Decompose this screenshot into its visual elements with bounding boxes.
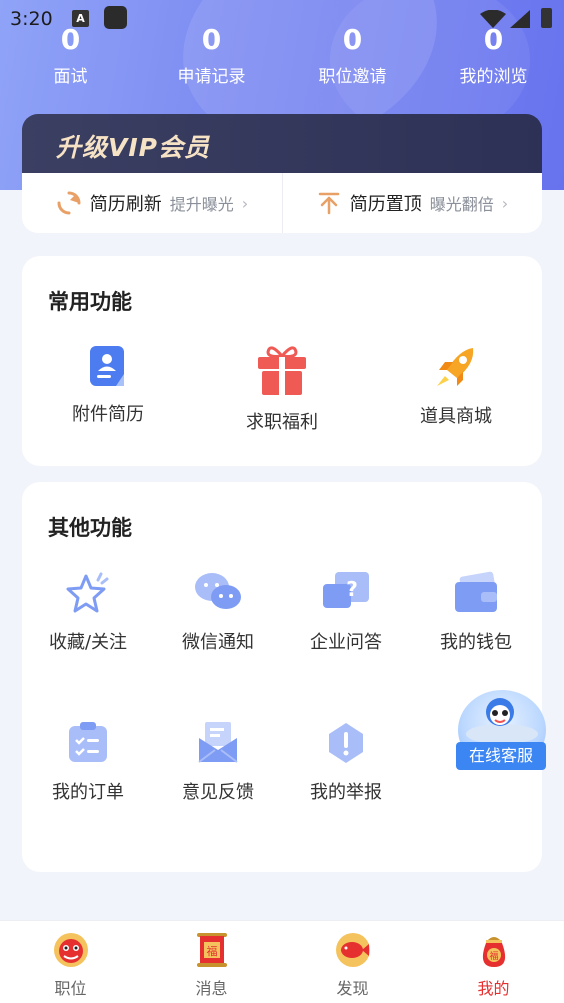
resume-pin-top-button[interactable]: 简历置顶 曝光翻倍 › [282,173,542,233]
stat-applications[interactable]: 0 申请记录 [141,22,282,92]
lucky-bag-icon: 福 [482,937,505,967]
item-label: 附件简历 [72,404,144,425]
svg-text:福: 福 [489,950,498,962]
item-label: 我的订单 [52,782,124,803]
nav-label: 我的 [477,979,510,998]
refresh-icon [57,191,81,215]
qa-icon: ? [323,572,369,608]
tab-jobs[interactable]: 职位 [0,921,141,1003]
attachment-resume-icon [90,346,124,386]
stat-count: 0 [60,23,81,56]
rocket-icon [437,348,474,386]
resume-refresh-button[interactable]: 简历刷新 提升曝光 › [22,173,282,233]
stat-label: 申请记录 [177,67,246,87]
mascot-icon [466,698,538,744]
tab-discover[interactable]: 发现 [282,921,423,1003]
other-functions-card: 其他功能 收藏/关注 微信通知 ? 企业问答 我的钱包 我的订单 意见反馈 我的… [22,482,542,872]
wechat-notify-button[interactable]: 微信通知 [158,570,278,654]
nav-label: 发现 [336,979,369,998]
wallet-icon [455,571,497,612]
bottom-nav: 职位 福 消息 发现 福 我的 [0,920,564,1003]
common-functions-card: 常用功能 附件简历 求职福利 道具商城 [22,256,542,466]
item-label: 意见反馈 [182,782,254,803]
stat-views[interactable]: 0 我的浏览 [423,22,564,92]
tab-messages[interactable]: 福 消息 [141,921,282,1003]
item-label: 微信通知 [182,632,254,653]
vip-banner[interactable]: 升级VIP会员 [22,114,542,174]
company-qa-button[interactable]: ? 企业问答 [286,570,406,654]
tab-mine[interactable]: 福 我的 [423,921,564,1003]
feedback-button[interactable]: 意见反馈 [158,720,278,804]
wallet-button[interactable]: 我的钱包 [416,570,536,654]
stat-invitations[interactable]: 0 职位邀请 [282,22,423,92]
koi-icon [335,933,370,967]
stat-interview[interactable]: 0 面试 [0,22,141,92]
item-label: 求职福利 [246,412,318,433]
stat-label: 我的浏览 [459,67,528,87]
action-title: 简历刷新 [89,194,162,215]
order-icon [69,722,107,762]
svg-text:福: 福 [206,944,217,958]
chevron-right-icon: › [241,193,249,213]
my-orders-button[interactable]: 我的订单 [28,720,148,804]
action-subtitle: 提升曝光 [169,195,234,214]
item-label: 道具商城 [420,406,492,427]
section-title: 常用功能 [48,290,132,314]
report-icon [329,723,363,763]
prop-mall-button[interactable]: 道具商城 [396,344,516,428]
nav-label: 职位 [54,979,87,998]
stats-row: 0 面试 0 申请记录 0 职位邀请 0 我的浏览 [0,22,564,92]
stat-count: 0 [483,23,504,56]
vip-title: 升级VIP会员 [56,133,210,162]
wechat-icon [195,573,241,609]
star-icon [66,572,109,613]
stat-label: 面试 [53,67,88,87]
fu-scroll-icon: 福 [196,933,227,967]
nav-label: 消息 [195,979,228,998]
attachment-resume-button[interactable]: 附件简历 [48,344,168,426]
stat-count: 0 [201,23,222,56]
favorites-follow-button[interactable]: 收藏/关注 [28,570,148,654]
action-title: 简历置顶 [349,194,422,215]
stat-label: 职位邀请 [318,67,387,87]
action-subtitle: 曝光翻倍 [429,195,494,214]
customer-service-label: 在线客服 [456,742,546,770]
section-title: 其他功能 [48,516,132,540]
chevron-right-icon: › [501,193,509,213]
stat-count: 0 [342,23,363,56]
item-label: 我的举报 [310,782,382,803]
item-label: 收藏/关注 [48,632,128,653]
online-customer-service-button[interactable]: 在线客服 [456,690,548,782]
my-report-button[interactable]: 我的举报 [286,720,406,804]
gift-icon [258,346,306,395]
pin-top-icon [318,192,340,215]
job-benefits-button[interactable]: 求职福利 [222,344,342,434]
item-label: 我的钱包 [440,632,512,653]
svg-text:?: ? [346,577,358,601]
lion-dance-icon [53,933,88,967]
resume-actions: 简历刷新 提升曝光 › 简历置顶 曝光翻倍 › [22,173,542,233]
item-label: 企业问答 [310,632,382,653]
feedback-icon [198,722,238,763]
